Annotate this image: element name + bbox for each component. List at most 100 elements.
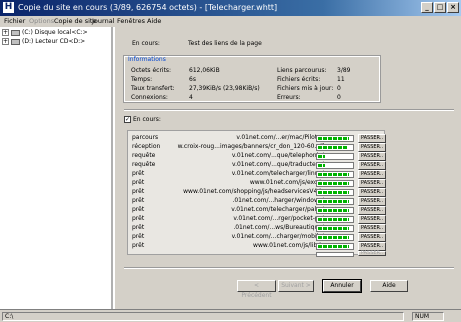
row-url: w.croix-roug...images/banners/cr_don_120… xyxy=(177,143,324,150)
window-title: Copie du site en cours (3/89, 626754 oct… xyxy=(18,3,278,12)
transfer-row: PASSER.. xyxy=(132,251,386,257)
pass-button[interactable]: PASSER.. xyxy=(358,251,386,256)
en-cours-checkbox[interactable]: ✓ En cours: xyxy=(124,116,161,123)
menu-fichier[interactable]: Fichier xyxy=(4,17,25,25)
pass-button[interactable]: PASSER.. xyxy=(358,143,386,152)
stat-label: Fichiers mis à jour: xyxy=(277,85,334,92)
transfer-row: prêt v.01net.com/...charger/mobile/ PASS… xyxy=(132,233,386,242)
menu-options[interactable]: Options xyxy=(29,17,54,25)
info-box: Informations Octets écrits: 612,06KiB Te… xyxy=(123,55,381,103)
close-button[interactable]: × xyxy=(447,2,459,13)
transfer-row: prêt v.01net.com/telecharger/palm/ PASSE… xyxy=(132,206,386,215)
stat-value: 3/89 xyxy=(337,67,351,74)
pass-button[interactable]: PASSER.. xyxy=(358,233,386,242)
hard-drive-icon xyxy=(11,29,20,36)
transfer-row: prêt .01net.com/...ws/Bureautique/ PASSE… xyxy=(132,224,386,233)
progress-fill xyxy=(318,137,349,140)
status-bar: C:\ NUM xyxy=(0,309,461,322)
stat-label: Taux transfert: xyxy=(131,85,175,92)
row-status: prêt xyxy=(132,197,145,204)
progress-fill xyxy=(318,236,349,239)
progress-fill xyxy=(318,209,349,212)
stat-label: Temps: xyxy=(131,76,153,83)
pass-button[interactable]: PASSER.. xyxy=(358,161,386,170)
expand-icon[interactable]: + xyxy=(2,29,9,36)
pass-button[interactable]: PASSER.. xyxy=(358,188,386,197)
transfer-row: requête v.01net.com/...que/traducteur/ P… xyxy=(132,161,386,170)
stat-label: Octets écrits: xyxy=(131,67,172,74)
row-status: prêt xyxy=(132,179,145,186)
tree-item-d[interactable]: + (D:) Lecteur CD<D:> xyxy=(2,38,85,47)
pass-button[interactable]: PASSER.. xyxy=(358,197,386,206)
progress-bar xyxy=(316,207,354,214)
stat-value: 0 xyxy=(337,85,341,92)
row-url: v.01net.com/...er/mac/Pilotes xyxy=(236,134,324,141)
pass-button[interactable]: PASSER.. xyxy=(358,206,386,215)
transfer-row: réception w.croix-roug...images/banners/… xyxy=(132,143,386,152)
row-url: www.01net.com/js/exc.js xyxy=(249,179,324,186)
transfer-row: requête v.01net.com/...que/telephonie/ P… xyxy=(132,152,386,161)
row-url: v.01net.com/...rger/pocket-pc/ xyxy=(233,215,324,222)
stat-value: 11 xyxy=(337,76,345,83)
stat-value: 0 xyxy=(337,94,341,101)
stat-value: 4 xyxy=(189,94,193,101)
progress-bar xyxy=(316,135,354,142)
progress-fill xyxy=(318,200,349,203)
app-icon: H xyxy=(3,2,14,13)
maximize-button[interactable]: □ xyxy=(434,2,446,13)
stat-value: 612,06KiB xyxy=(189,67,220,74)
menu-fenetres[interactable]: Fenêtres xyxy=(117,17,145,25)
pass-button[interactable]: PASSER.. xyxy=(358,170,386,179)
row-status: requête xyxy=(132,161,156,168)
menu-aide[interactable]: Aide xyxy=(147,17,161,25)
stat-label: Fichiers écrits: xyxy=(277,76,321,83)
row-url: www.01net.com/shopping/js/headservicesV4… xyxy=(183,188,324,195)
pass-button[interactable]: PASSER.. xyxy=(358,224,386,233)
transfer-row: prêt www.01net.com/shopping/js/headservi… xyxy=(132,188,386,197)
pass-button[interactable]: PASSER.. xyxy=(358,134,386,143)
progress-bar xyxy=(316,189,354,196)
next-button[interactable]: Suivant > xyxy=(278,280,314,292)
menu-journal[interactable]: Journal xyxy=(92,17,114,25)
row-url: v.01net.com/...que/traducteur/ xyxy=(231,161,324,168)
en-cours-value: Test des liens de la page xyxy=(188,40,262,47)
pass-button[interactable]: PASSER.. xyxy=(358,152,386,161)
pass-button[interactable]: PASSER.. xyxy=(358,215,386,224)
pass-button[interactable]: PASSER.. xyxy=(358,179,386,188)
previous-button[interactable]: < Précédent xyxy=(237,280,276,299)
transfer-row: prêt www.01net.com/js/lib.js PASSER.. xyxy=(132,242,386,251)
main-panel: En cours: Test des liens de la page Info… xyxy=(115,27,461,309)
menu-bar: Fichier Options Copie de site Journal Fe… xyxy=(0,16,461,27)
checkbox-label: En cours: xyxy=(133,116,161,123)
stat-value: 6s xyxy=(189,76,196,83)
progress-fill xyxy=(318,227,349,230)
progress-bar xyxy=(316,216,354,223)
transfer-row: parcours v.01net.com/...er/mac/Pilotes P… xyxy=(132,134,386,143)
stat-label: Erreurs: xyxy=(277,94,301,101)
transfer-list: parcours v.01net.com/...er/mac/Pilotes P… xyxy=(127,130,386,257)
row-status: prêt xyxy=(132,188,145,195)
tree-item-c[interactable]: + (C:) Disque local<C:> xyxy=(2,29,88,38)
info-title: Informations xyxy=(128,56,166,63)
row-status: requête xyxy=(132,152,156,159)
help-button[interactable]: Aide xyxy=(370,280,408,292)
progress-bar xyxy=(316,153,354,160)
cancel-button[interactable]: Annuler xyxy=(322,279,362,293)
progress-fill xyxy=(318,182,349,185)
menu-copie-de-site[interactable]: Copie de site xyxy=(54,17,96,25)
progress-fill xyxy=(318,245,349,248)
checkbox-check-icon[interactable]: ✓ xyxy=(124,116,131,123)
progress-fill xyxy=(318,155,325,158)
progress-fill xyxy=(318,218,349,221)
progress-bar xyxy=(316,162,354,169)
status-path: C:\ xyxy=(2,312,404,321)
row-url: v.01net.com/telecharger/linux/ xyxy=(231,170,324,177)
separator xyxy=(124,267,454,269)
row-status: prêt xyxy=(132,233,145,240)
expand-icon[interactable]: + xyxy=(2,38,9,45)
minimize-button[interactable]: _ xyxy=(421,2,433,13)
progress-bar xyxy=(316,180,354,187)
en-cours-label: En cours: xyxy=(132,40,160,47)
row-status: prêt xyxy=(132,215,145,222)
progress-bar xyxy=(316,252,354,257)
